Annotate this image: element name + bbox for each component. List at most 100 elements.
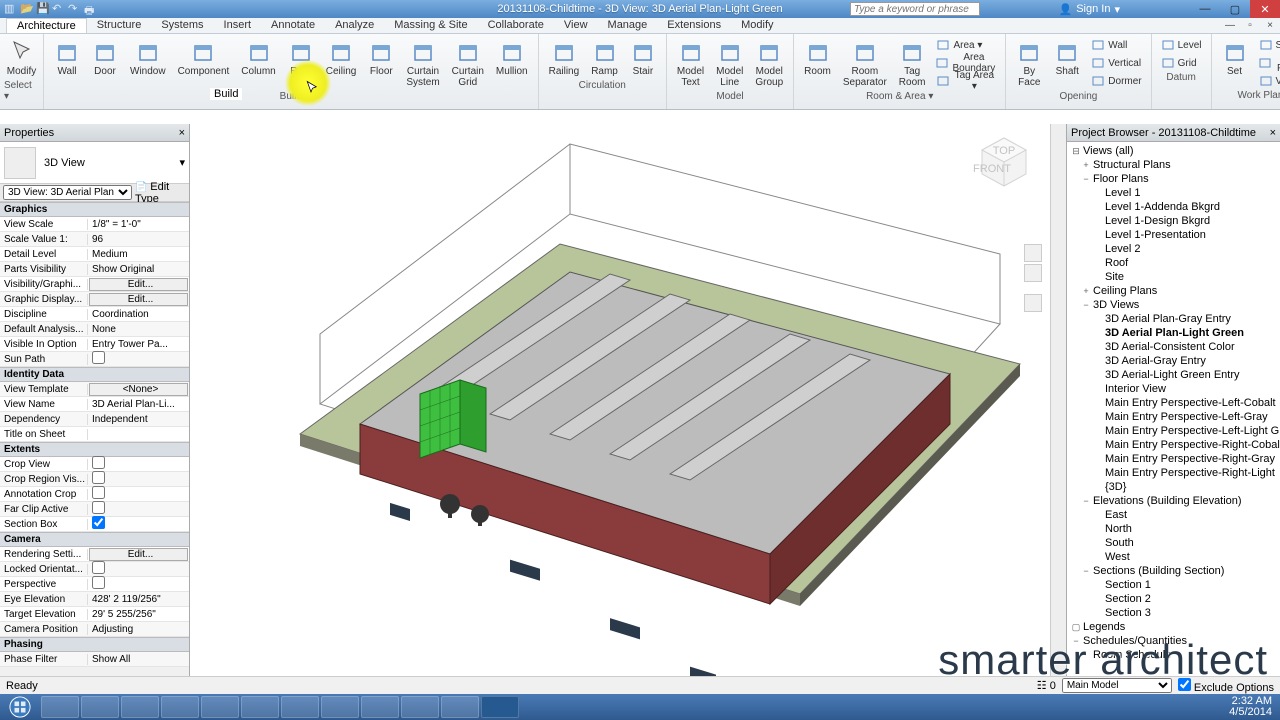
component-button[interactable]: Component — [172, 36, 236, 91]
grid-button[interactable]: Grid — [1156, 54, 1207, 72]
taskbar-app[interactable] — [321, 696, 359, 718]
dormer-button[interactable]: Dormer — [1086, 72, 1146, 90]
prop-value[interactable]: None — [88, 324, 189, 335]
prop-row[interactable]: Rendering Setti...Edit... — [0, 547, 189, 562]
system-clock[interactable]: 2:32 AM4/5/2014 — [1221, 696, 1280, 718]
prop-value[interactable]: Medium — [88, 249, 189, 260]
qat-redo-icon[interactable]: ↷ — [68, 2, 82, 16]
tree-node[interactable]: Level 1-Presentation — [1067, 228, 1280, 242]
tree-node[interactable]: West — [1067, 550, 1280, 564]
tree-node[interactable]: Section 2 — [1067, 592, 1280, 606]
taskbar-app[interactable] — [361, 696, 399, 718]
prop-row[interactable]: Visible In OptionEntry Tower Pa... — [0, 337, 189, 352]
prop-row[interactable]: Default Analysis...None — [0, 322, 189, 337]
tab-architecture[interactable]: Architecture — [6, 18, 87, 33]
prop-value[interactable]: 96 — [88, 234, 189, 245]
prop-row[interactable]: Detail LevelMedium — [0, 247, 189, 262]
tab-view[interactable]: View — [554, 18, 598, 33]
tree-node[interactable]: Level 2 — [1067, 242, 1280, 256]
prop-row[interactable]: Camera PositionAdjusting — [0, 622, 189, 637]
prop-value[interactable] — [88, 456, 189, 472]
shaft-button[interactable]: Shaft — [1048, 36, 1086, 91]
tree-node[interactable]: Site — [1067, 270, 1280, 284]
minimize-button[interactable]: — — [1190, 0, 1220, 18]
maximize-button[interactable]: ▢ — [1220, 0, 1250, 18]
qat-icon[interactable]: ▥ — [4, 2, 18, 16]
prop-row[interactable]: DisciplineCoordination — [0, 307, 189, 322]
prop-row[interactable]: Scale Value 1:96 — [0, 232, 189, 247]
taskbar-app[interactable] — [121, 696, 159, 718]
taskbar-chrome[interactable] — [81, 696, 119, 718]
tree-node[interactable]: Main Entry Perspective-Left-Light Green — [1067, 424, 1280, 438]
viewcube[interactable]: TOPFRONT — [972, 132, 1036, 196]
floor-button[interactable]: Floor — [362, 36, 400, 91]
prop-value[interactable]: Edit... — [89, 293, 188, 306]
tree-node[interactable]: −Floor Plans — [1067, 172, 1280, 186]
curtain-system-button[interactable]: CurtainSystem — [400, 36, 445, 91]
tree-node[interactable]: Level 1-Addenda Bkgrd — [1067, 200, 1280, 214]
model-group-button[interactable]: ModelGroup — [749, 36, 789, 91]
prop-row[interactable]: Sun Path — [0, 352, 189, 367]
tree-node[interactable]: 3D Aerial Plan-Light Green — [1067, 326, 1280, 340]
tree-node[interactable]: 3D Aerial-Light Green Entry — [1067, 368, 1280, 382]
tree-node[interactable]: 3D Aerial-Consistent Color — [1067, 340, 1280, 354]
ceiling-button[interactable]: Ceiling — [320, 36, 363, 91]
taskbar-app[interactable] — [161, 696, 199, 718]
prop-row[interactable]: View Scale1/8" = 1'-0" — [0, 217, 189, 232]
tree-node[interactable]: +Ceiling Plans — [1067, 284, 1280, 298]
prop-value[interactable]: 1/8" = 1'-0" — [88, 219, 189, 230]
prop-row[interactable]: DependencyIndependent — [0, 412, 189, 427]
prop-row[interactable]: Section Box — [0, 517, 189, 532]
prop-row[interactable]: Target Elevation29' 5 255/256" — [0, 607, 189, 622]
prop-value[interactable]: Independent — [88, 414, 189, 425]
prop-value[interactable]: Edit... — [89, 548, 188, 561]
taskbar-app[interactable] — [241, 696, 279, 718]
set-button[interactable]: Set — [1216, 36, 1254, 90]
tree-node[interactable]: South — [1067, 536, 1280, 550]
level-button[interactable]: Level — [1156, 36, 1207, 54]
tree-node[interactable]: Level 1 — [1067, 186, 1280, 200]
tab-massing-site[interactable]: Massing & Site — [384, 18, 477, 33]
prop-row[interactable]: Locked Orientat... — [0, 562, 189, 577]
taskbar-explorer[interactable] — [41, 696, 79, 718]
prop-value[interactable]: Show All — [88, 654, 189, 665]
wall-button[interactable]: Wall — [48, 36, 86, 91]
nav-bar[interactable] — [1024, 244, 1042, 312]
qat-save-icon[interactable]: 💾 — [36, 2, 50, 16]
prop-value[interactable]: Coordination — [88, 309, 189, 320]
tree-node[interactable]: Main Entry Perspective-Left-Gray — [1067, 410, 1280, 424]
ramp-button[interactable]: Ramp — [585, 36, 624, 80]
prop-row[interactable]: View Name3D Aerial Plan-Li... — [0, 397, 189, 412]
qat-undo-icon[interactable]: ↶ — [52, 2, 66, 16]
type-selector[interactable]: 3D View ▾ — [0, 142, 189, 184]
prop-value[interactable] — [88, 561, 189, 577]
tree-node[interactable]: 3D Aerial-Gray Entry — [1067, 354, 1280, 368]
tree-node[interactable]: Interior View — [1067, 382, 1280, 396]
prop-value[interactable]: Adjusting — [88, 624, 189, 635]
tree-node[interactable]: Level 1-Design Bkgrd — [1067, 214, 1280, 228]
prop-value[interactable] — [88, 576, 189, 592]
model-text-button[interactable]: ModelText — [671, 36, 710, 91]
tab-systems[interactable]: Systems — [151, 18, 213, 33]
edit-type-button[interactable]: 📄 Edit Type — [135, 181, 186, 205]
stair-button[interactable]: Stair — [624, 36, 662, 80]
tab-extensions[interactable]: Extensions — [657, 18, 731, 33]
tree-node[interactable]: 3D Aerial Plan-Gray Entry — [1067, 312, 1280, 326]
tree-node[interactable]: Section 1 — [1067, 578, 1280, 592]
tree-node[interactable]: North — [1067, 522, 1280, 536]
prop-row[interactable]: Annotation Crop — [0, 487, 189, 502]
doc-restore[interactable]: ▫ — [1240, 18, 1260, 33]
prop-value[interactable] — [88, 471, 189, 487]
prop-value[interactable] — [88, 501, 189, 517]
taskbar-app[interactable] — [281, 696, 319, 718]
tab-insert[interactable]: Insert — [214, 18, 262, 33]
prop-row[interactable]: Graphic Display...Edit... — [0, 292, 189, 307]
qat-print-icon[interactable]: 🖶 — [84, 2, 98, 16]
tree-node[interactable]: Roof — [1067, 256, 1280, 270]
viewer-button[interactable]: Viewer — [1254, 72, 1280, 90]
doc-minimize[interactable]: — — [1220, 18, 1240, 33]
select-dropdown[interactable]: Select ▾ — [4, 80, 39, 94]
taskbar-app[interactable] — [201, 696, 239, 718]
prop-value[interactable]: 3D Aerial Plan-Li... — [88, 399, 189, 410]
railing-button[interactable]: Railing — [543, 36, 586, 80]
